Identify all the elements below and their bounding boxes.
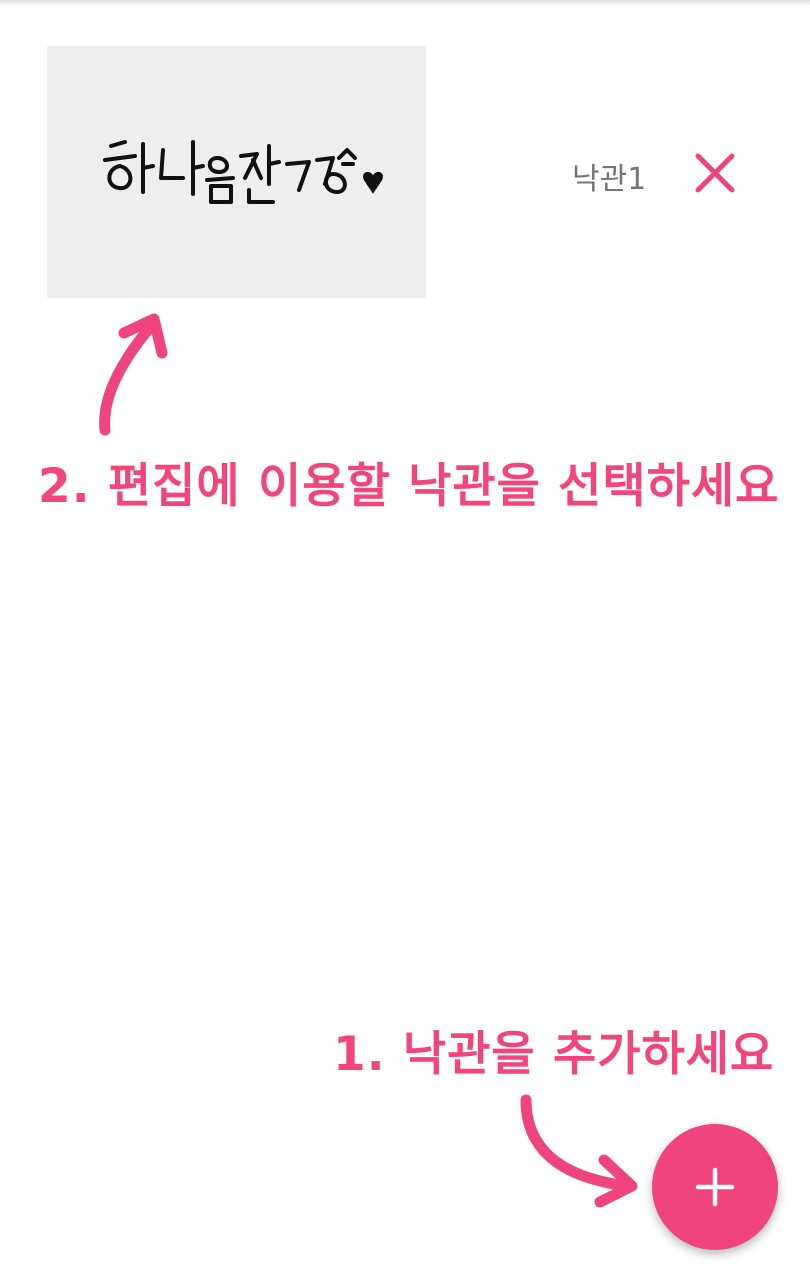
handwritten-stamp-image: [103, 140, 383, 204]
arrow-down-right-icon: [520, 1094, 638, 1208]
stamp-name-label: 낙관1: [572, 162, 647, 197]
stamp-thumbnail[interactable]: [47, 46, 426, 298]
add-stamp-hint: 1. 낙관을 추가하세요: [333, 1027, 775, 1082]
select-stamp-hint: 2. 편집에 이용할 낙관을 선택하세요: [38, 459, 780, 514]
stamp-list-item[interactable]: 낙관1: [0, 46, 810, 298]
plus-icon: [695, 1167, 735, 1207]
app-bar-shadow: [0, 0, 810, 6]
add-stamp-button[interactable]: [652, 1124, 778, 1250]
heart-icon: [363, 172, 383, 194]
delete-stamp-button[interactable]: [692, 150, 738, 196]
close-icon: [695, 153, 735, 193]
arrow-up-icon: [99, 313, 168, 436]
